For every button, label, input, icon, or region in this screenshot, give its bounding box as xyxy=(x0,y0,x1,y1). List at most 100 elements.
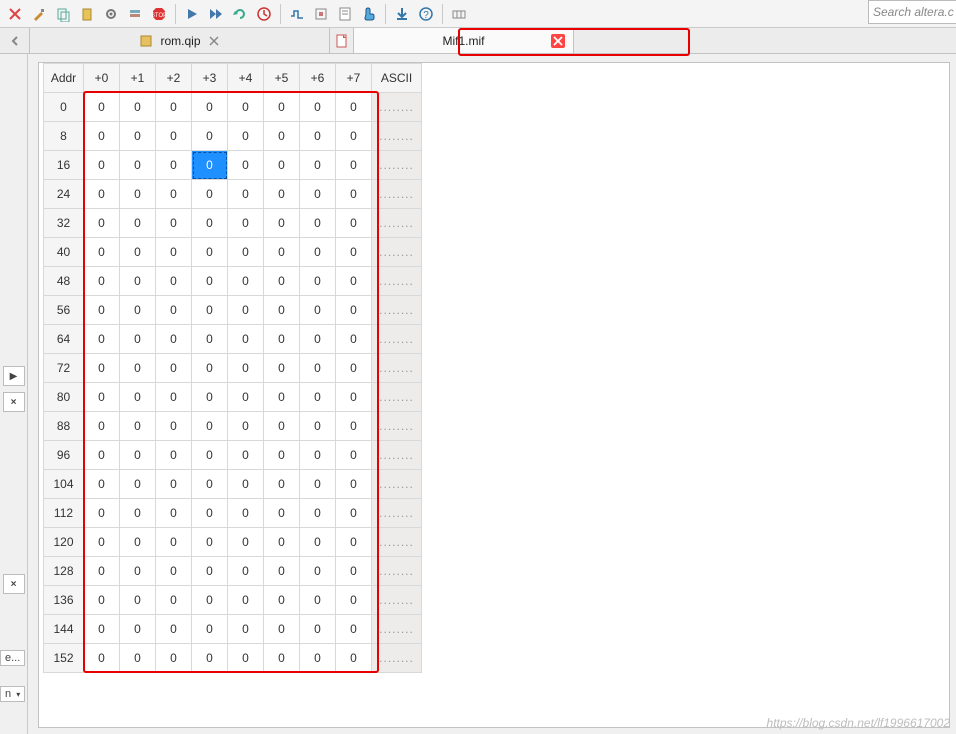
chip-design-icon[interactable] xyxy=(310,3,332,25)
mem-cell[interactable]: 0 xyxy=(156,325,192,354)
mem-cell[interactable]: 0 xyxy=(192,209,228,238)
mem-cell[interactable]: 0 xyxy=(300,586,336,615)
mem-cell[interactable]: 0 xyxy=(120,412,156,441)
tab-mif1-mif[interactable]: Mif1.mif xyxy=(354,28,574,53)
mem-cell[interactable]: 0 xyxy=(84,441,120,470)
mem-cell[interactable]: 0 xyxy=(228,470,264,499)
side-close-button[interactable]: × xyxy=(3,392,25,412)
mem-cell[interactable]: 0 xyxy=(192,238,228,267)
mem-cell[interactable]: 0 xyxy=(84,238,120,267)
mem-cell[interactable]: 0 xyxy=(120,209,156,238)
mem-cell[interactable]: 0 xyxy=(264,499,300,528)
mem-cell[interactable]: 0 xyxy=(300,180,336,209)
mem-cell[interactable]: 0 xyxy=(156,412,192,441)
mem-cell[interactable]: 0 xyxy=(228,209,264,238)
mem-cell[interactable]: 0 xyxy=(84,325,120,354)
help-icon[interactable]: ? xyxy=(415,3,437,25)
mem-cell[interactable]: 0 xyxy=(192,412,228,441)
mem-cell[interactable]: 0 xyxy=(156,122,192,151)
mem-cell[interactable]: 0 xyxy=(300,528,336,557)
tab-nav-left[interactable] xyxy=(0,28,30,53)
col-1[interactable]: +1 xyxy=(120,64,156,93)
col-2[interactable]: +2 xyxy=(156,64,192,93)
mem-cell[interactable]: 0 xyxy=(84,557,120,586)
fast-forward-icon[interactable] xyxy=(205,3,227,25)
mem-cell[interactable]: 0 xyxy=(84,586,120,615)
mem-cell[interactable]: 0 xyxy=(192,470,228,499)
mem-cell[interactable]: 0 xyxy=(264,470,300,499)
mem-cell[interactable]: 0 xyxy=(84,122,120,151)
mem-cell[interactable]: 0 xyxy=(264,412,300,441)
stop-icon[interactable]: STOP xyxy=(148,3,170,25)
mem-cell[interactable]: 0 xyxy=(228,122,264,151)
mem-cell[interactable]: 0 xyxy=(192,644,228,673)
floorplan-icon[interactable] xyxy=(448,3,470,25)
mem-cell[interactable]: 0 xyxy=(300,93,336,122)
gear-icon[interactable] xyxy=(100,3,122,25)
mem-cell[interactable]: 0 xyxy=(192,354,228,383)
mem-cell[interactable]: 0 xyxy=(336,412,372,441)
mem-cell[interactable]: 0 xyxy=(228,238,264,267)
mem-cell[interactable]: 0 xyxy=(336,209,372,238)
mem-cell[interactable]: 0 xyxy=(228,325,264,354)
mem-cell[interactable]: 0 xyxy=(192,267,228,296)
mem-cell[interactable]: 0 xyxy=(336,325,372,354)
mem-cell[interactable]: 0 xyxy=(264,586,300,615)
mem-cell[interactable]: 0 xyxy=(120,93,156,122)
mem-cell[interactable]: 0 xyxy=(264,644,300,673)
mem-cell[interactable]: 0 xyxy=(228,93,264,122)
addr-cell[interactable]: 136 xyxy=(44,586,84,615)
addr-cell[interactable]: 32 xyxy=(44,209,84,238)
mem-cell[interactable]: 0 xyxy=(264,441,300,470)
mem-cell[interactable]: 0 xyxy=(192,557,228,586)
addr-cell[interactable]: 104 xyxy=(44,470,84,499)
addr-cell[interactable]: 112 xyxy=(44,499,84,528)
mem-cell[interactable]: 0 xyxy=(192,441,228,470)
mem-cell[interactable]: 0 xyxy=(300,325,336,354)
mem-cell[interactable]: 0 xyxy=(156,586,192,615)
mem-cell[interactable]: 0 xyxy=(336,296,372,325)
hand-icon[interactable] xyxy=(358,3,380,25)
mem-cell[interactable]: 0 xyxy=(228,557,264,586)
mem-cell[interactable]: 0 xyxy=(228,528,264,557)
mem-cell[interactable]: 0 xyxy=(120,122,156,151)
mem-cell[interactable]: 0 xyxy=(120,296,156,325)
tab-rom-qip[interactable]: rom.qip xyxy=(30,28,330,53)
mem-cell[interactable]: 0 xyxy=(228,499,264,528)
mem-cell[interactable]: 0 xyxy=(264,615,300,644)
col-3[interactable]: +3 xyxy=(192,64,228,93)
mem-cell[interactable]: 0 xyxy=(120,470,156,499)
brush-icon[interactable] xyxy=(28,3,50,25)
col-0[interactable]: +0 xyxy=(84,64,120,93)
mem-cell[interactable]: 0 xyxy=(192,383,228,412)
mem-cell[interactable]: 0 xyxy=(300,383,336,412)
addr-cell[interactable]: 16 xyxy=(44,151,84,180)
col-4[interactable]: +4 xyxy=(228,64,264,93)
mem-cell[interactable]: 0 xyxy=(336,470,372,499)
mem-cell[interactable]: 0 xyxy=(120,180,156,209)
col-addr[interactable]: Addr xyxy=(44,64,84,93)
mem-cell[interactable]: 0 xyxy=(84,528,120,557)
addr-cell[interactable]: 0 xyxy=(44,93,84,122)
mem-cell[interactable]: 0 xyxy=(84,296,120,325)
mem-cell[interactable]: 0 xyxy=(264,296,300,325)
stack-icon[interactable] xyxy=(124,3,146,25)
mem-cell[interactable]: 0 xyxy=(336,441,372,470)
mem-cell[interactable]: 0 xyxy=(192,180,228,209)
mem-cell[interactable]: 0 xyxy=(264,383,300,412)
mem-cell[interactable]: 0 xyxy=(84,93,120,122)
close-icon[interactable] xyxy=(207,34,221,48)
mem-cell[interactable]: 0 xyxy=(336,93,372,122)
mem-cell[interactable]: 0 xyxy=(192,586,228,615)
mem-cell[interactable]: 0 xyxy=(120,644,156,673)
mem-cell[interactable]: 0 xyxy=(336,615,372,644)
mem-cell[interactable]: 0 xyxy=(192,93,228,122)
mem-cell[interactable]: 0 xyxy=(156,470,192,499)
search-input[interactable]: Search altera.c xyxy=(868,0,956,24)
mem-cell[interactable]: 0 xyxy=(300,499,336,528)
mem-cell[interactable]: 0 xyxy=(192,325,228,354)
mem-cell[interactable]: 0 xyxy=(228,441,264,470)
mem-cell[interactable]: 0 xyxy=(336,499,372,528)
play-icon[interactable] xyxy=(181,3,203,25)
mem-cell[interactable]: 0 xyxy=(156,441,192,470)
